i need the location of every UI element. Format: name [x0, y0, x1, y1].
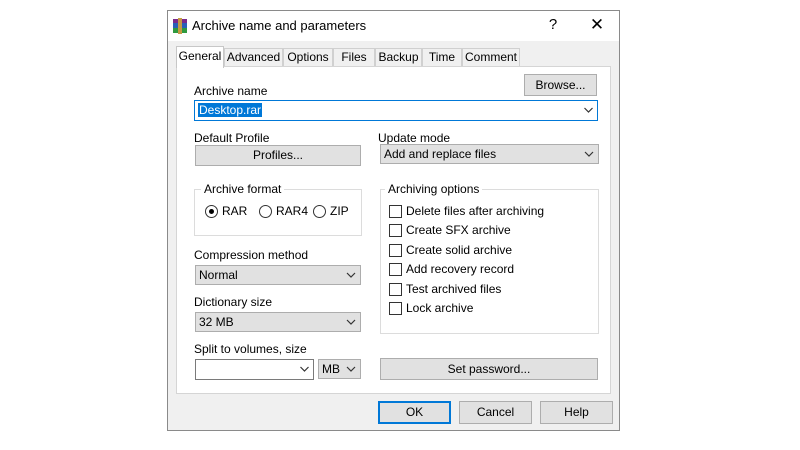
close-button[interactable]: ✕ [586, 15, 608, 35]
chevron-down-icon [346, 366, 356, 372]
split-volumes-label: Split to volumes, size [194, 342, 307, 356]
chevron-down-icon [584, 151, 594, 157]
archive-name-combo[interactable]: Desktop.rar [194, 100, 598, 121]
chevron-down-icon[interactable] [300, 366, 309, 373]
help-title-button[interactable]: ? [543, 16, 563, 33]
dictionary-size-select[interactable]: 32 MB [195, 312, 361, 332]
update-mode-value: Add and replace files [384, 147, 497, 161]
dictionary-size-label: Dictionary size [194, 295, 273, 309]
chevron-down-icon [346, 319, 356, 325]
tab-comment[interactable]: Comment [462, 48, 520, 66]
tab-options[interactable]: Options [283, 48, 333, 66]
archiving-options-group: Archiving options Delete files after arc… [380, 182, 599, 334]
compression-method-label: Compression method [194, 248, 309, 262]
tab-general[interactable]: General [176, 46, 224, 68]
help-button[interactable]: Help [540, 401, 613, 424]
archive-name-label: Archive name [194, 84, 268, 98]
browse-button[interactable]: Browse... [524, 74, 597, 96]
title-bar[interactable]: Archive name and parameters ? ✕ [168, 11, 619, 41]
archiving-options-label: Archiving options [385, 182, 483, 196]
split-unit-value: MB [322, 362, 340, 376]
winrar-app-icon [173, 18, 187, 34]
chevron-down-icon[interactable] [584, 107, 593, 114]
dictionary-size-value: 32 MB [199, 315, 234, 329]
set-password-button[interactable]: Set password... [380, 358, 598, 380]
tab-advanced[interactable]: Advanced [224, 48, 283, 66]
split-unit-select[interactable]: MB [318, 359, 361, 379]
tab-backup[interactable]: Backup [375, 48, 422, 66]
archive-format-group: Archive format RAR RAR4 ZIP [194, 182, 362, 236]
compression-method-value: Normal [199, 268, 238, 282]
radio-selected-dot [209, 209, 214, 214]
archive-dialog: Archive name and parameters ? ✕ General … [167, 10, 620, 431]
tab-files[interactable]: Files [333, 48, 375, 66]
compression-method-select[interactable]: Normal [195, 265, 361, 285]
window-title: Archive name and parameters [192, 18, 367, 33]
update-mode-select[interactable]: Add and replace files [380, 144, 599, 164]
archive-name-value[interactable]: Desktop.rar [198, 103, 263, 117]
cancel-button[interactable]: Cancel [459, 401, 532, 424]
chevron-down-icon [346, 272, 356, 278]
ok-button[interactable]: OK [378, 401, 451, 424]
update-mode-label: Update mode [378, 131, 451, 145]
tab-time[interactable]: Time [422, 48, 462, 66]
archive-format-label: Archive format [201, 182, 285, 196]
general-panel: Archive name Browse... Desktop.rar Defau… [176, 66, 611, 394]
split-volumes-size-combo[interactable] [195, 359, 314, 380]
default-profile-label: Default Profile [194, 131, 270, 145]
profiles-button[interactable]: Profiles... [195, 145, 361, 166]
